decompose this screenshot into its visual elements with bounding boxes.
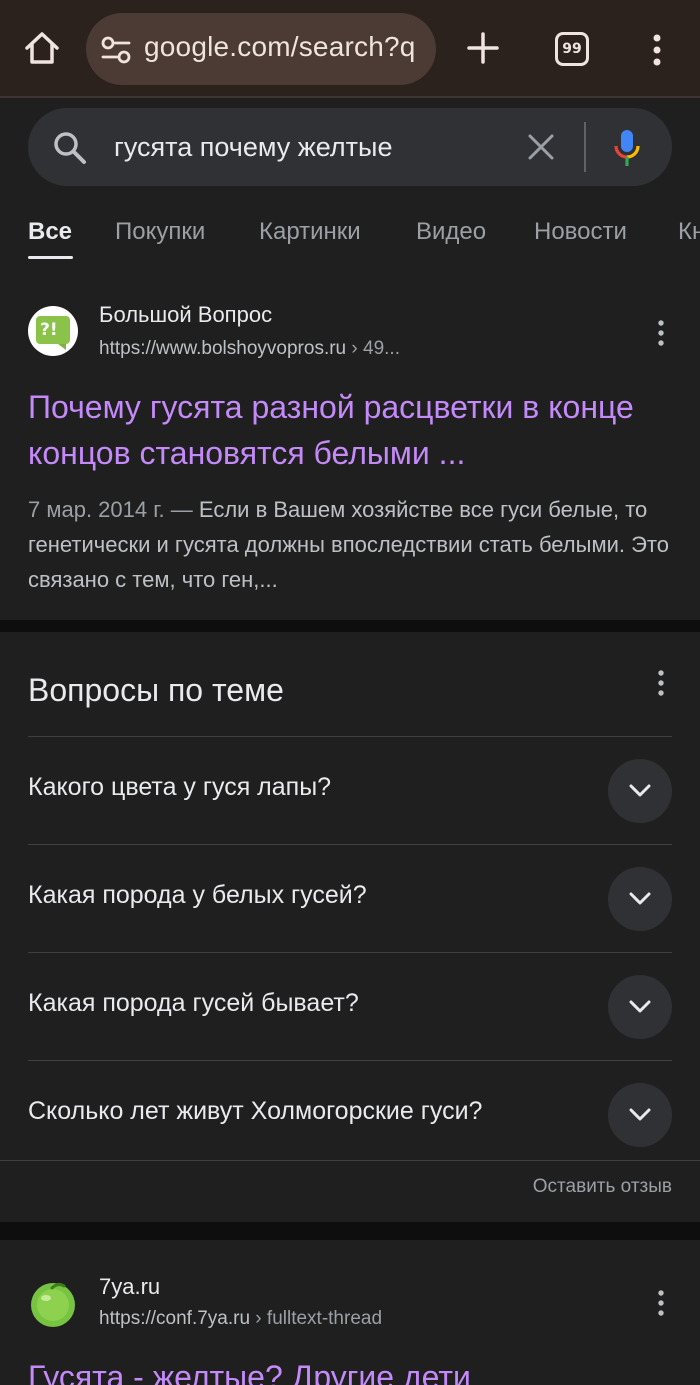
more-options-icon[interactable]: [652, 668, 670, 698]
search-results-page: гусята почему желтые Все Покупки Картинк…: [0, 100, 700, 1385]
favicon-text: ?!: [40, 320, 58, 340]
tab-books[interactable]: Кн: [678, 218, 700, 246]
result-title-link[interactable]: Почему гусята разной расцветки в конце к…: [28, 384, 668, 476]
site-settings-icon[interactable]: [100, 35, 132, 65]
result-title-link[interactable]: Гусята - желтые? Другие дети: [28, 1354, 668, 1385]
tab-news[interactable]: Новости: [534, 218, 627, 246]
url-crumb: › fulltext-thread: [250, 1308, 383, 1329]
question-row[interactable]: Какого цвета у гуся лапы?: [28, 736, 672, 844]
feedback-link[interactable]: Оставить отзыв: [533, 1176, 672, 1198]
tab-shopping[interactable]: Покупки: [115, 218, 205, 246]
address-bar[interactable]: google.com/search?q: [86, 13, 436, 85]
search-result: ?! Большой Вопрос https://www.bolshoyvop…: [0, 282, 700, 620]
search-result: 7ya.ru https://conf.7ya.ru › fulltext-th…: [0, 1240, 700, 1385]
new-tab-plus-icon[interactable]: [463, 28, 503, 68]
more-options-icon[interactable]: [652, 318, 670, 348]
site-name[interactable]: 7ya.ru: [99, 1274, 160, 1300]
tab-all[interactable]: Все: [28, 218, 72, 246]
address-text[interactable]: google.com/search?q: [144, 31, 416, 63]
clear-icon[interactable]: [526, 132, 556, 162]
search-query-text[interactable]: гусята почему желтые: [114, 132, 392, 163]
site-favicon[interactable]: [28, 1278, 78, 1328]
question-text[interactable]: Сколько лет живут Холмогорские гуси?: [28, 1097, 482, 1126]
question-row[interactable]: Какая порода гусей бывает?: [28, 952, 672, 1060]
chevron-down-icon[interactable]: [608, 1083, 672, 1147]
divider: [0, 1160, 700, 1161]
tab-images[interactable]: Картинки: [259, 218, 361, 246]
question-row[interactable]: Какая порода у белых гусей?: [28, 844, 672, 952]
site-url[interactable]: https://www.bolshoyvopros.ru › 49...: [99, 338, 400, 360]
question-text[interactable]: Какая порода гусей бывает?: [28, 989, 359, 1018]
section-separator: [0, 620, 700, 632]
chevron-down-icon[interactable]: [608, 867, 672, 931]
site-name[interactable]: Большой Вопрос: [99, 302, 272, 328]
site-url[interactable]: https://conf.7ya.ru › fulltext-thread: [99, 1308, 382, 1330]
tab-switcher-icon[interactable]: 99: [555, 32, 589, 66]
url-crumb: › 49...: [346, 338, 400, 359]
chevron-down-icon[interactable]: [608, 975, 672, 1039]
search-tabs: Все Покупки Картинки Видео Новости Кн: [0, 208, 700, 268]
active-tab-indicator: [28, 256, 73, 259]
tab-videos[interactable]: Видео: [416, 218, 486, 246]
result-date: 7 мар. 2014 г. —: [28, 497, 199, 522]
result-snippet: 7 мар. 2014 г. — Если в Вашем хозяйстве …: [28, 492, 674, 597]
search-icon[interactable]: [52, 130, 88, 166]
search-box[interactable]: гусята почему желтые: [28, 108, 672, 186]
more-options-icon[interactable]: [652, 1288, 670, 1318]
mic-icon[interactable]: [612, 128, 642, 168]
home-icon[interactable]: [22, 28, 62, 68]
site-favicon[interactable]: ?!: [28, 306, 78, 356]
url-host: https://www.bolshoyvopros.ru: [99, 338, 347, 359]
chevron-down-icon[interactable]: [608, 759, 672, 823]
browser-toolbar: google.com/search?q 99: [0, 0, 700, 98]
related-questions-title: Вопросы по теме: [28, 672, 284, 708]
search-divider: [584, 122, 586, 172]
question-row[interactable]: Сколько лет живут Холмогорские гуси?: [28, 1060, 672, 1168]
overflow-menu-icon[interactable]: [640, 30, 674, 70]
url-host: https://conf.7ya.ru: [99, 1308, 251, 1329]
section-separator: [0, 1222, 700, 1240]
related-questions: Вопросы по теме Какого цвета у гуся лапы…: [0, 632, 700, 1222]
question-text[interactable]: Какая порода у белых гусей?: [28, 881, 367, 910]
question-text[interactable]: Какого цвета у гуся лапы?: [28, 773, 331, 802]
